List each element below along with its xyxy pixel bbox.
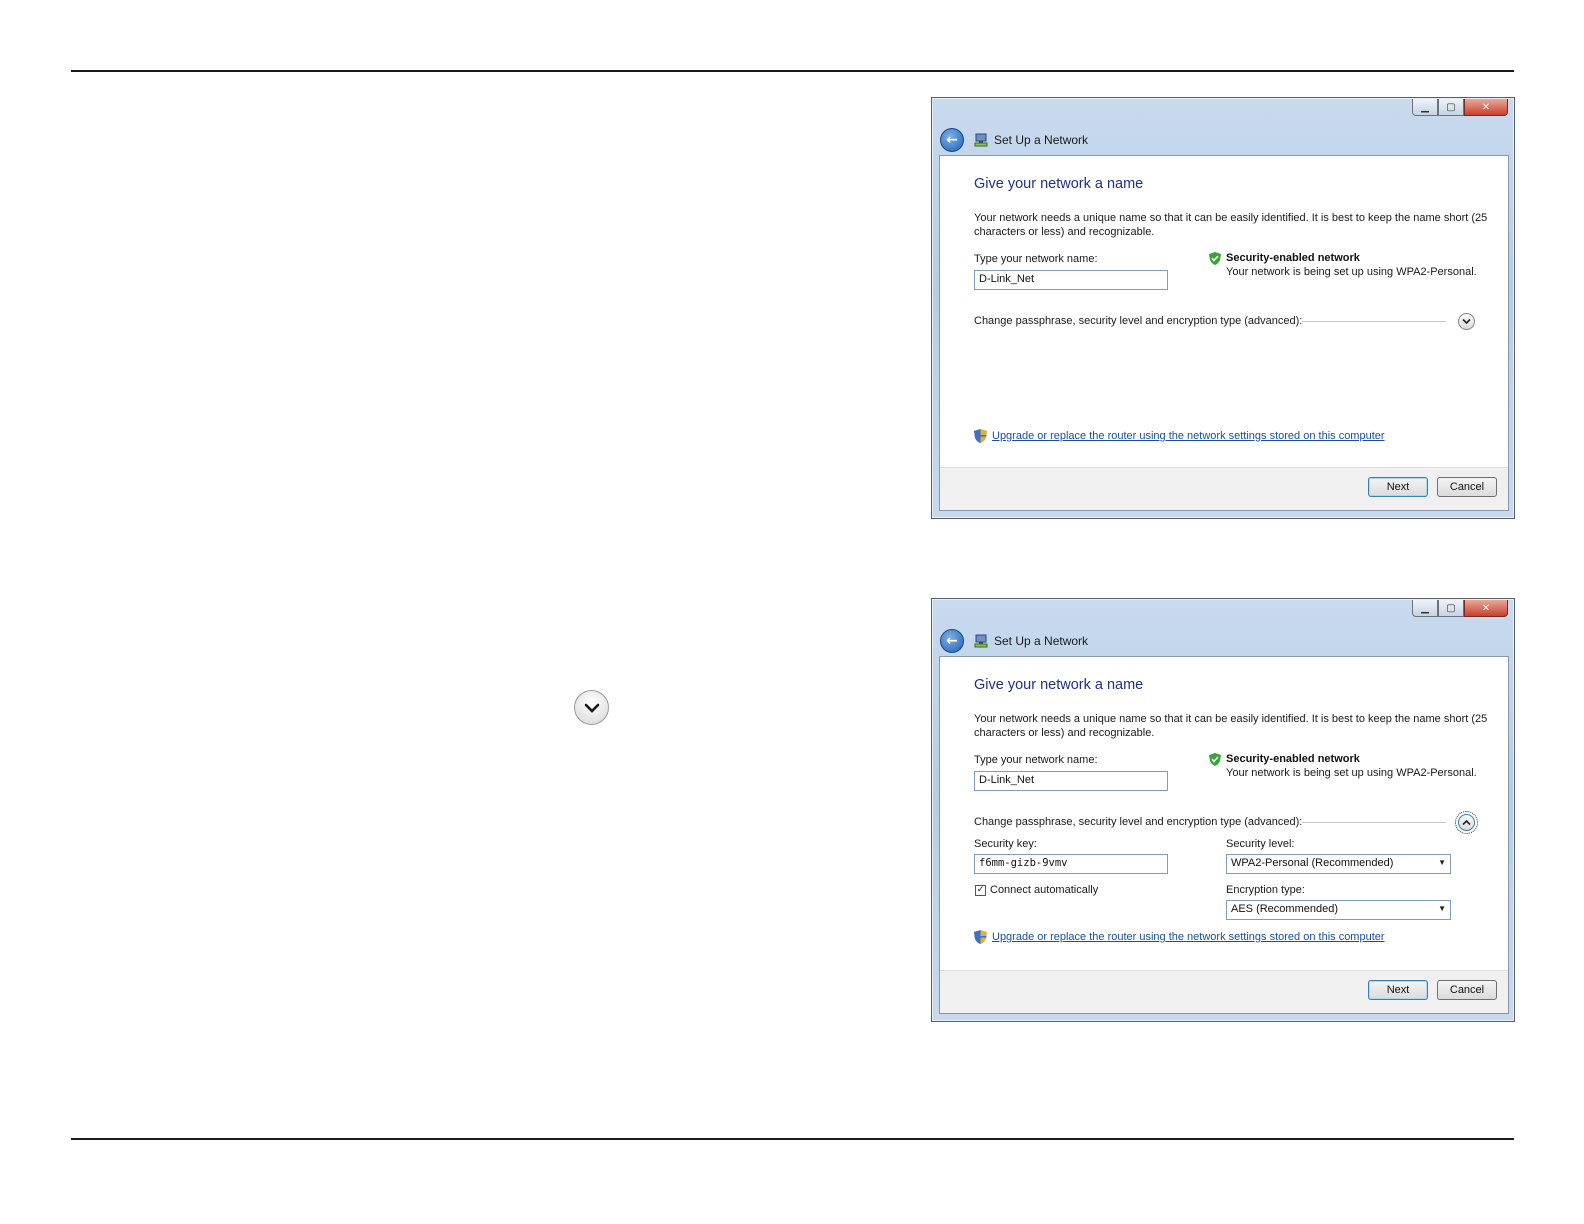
connect-automatically-checkbox[interactable]: ✓	[975, 885, 986, 896]
uac-shield-icon	[974, 930, 987, 944]
network-name-input[interactable]: D-Link_Net	[974, 771, 1168, 791]
setup-network-window-collapsed: ▁ ▢ ✕ ← Set Up a Network Give your netwo…	[931, 97, 1515, 519]
next-button[interactable]: Next	[1368, 477, 1428, 497]
minimize-button[interactable]: ▁	[1412, 600, 1438, 617]
security-key-label: Security key:	[974, 838, 1037, 850]
window-caption-buttons: ▁ ▢ ✕	[1412, 600, 1508, 617]
maximize-button[interactable]: ▢	[1438, 99, 1464, 116]
uac-shield-icon	[974, 429, 987, 443]
dialog-footer: Next Cancel	[940, 970, 1508, 1013]
dropdown-arrow-icon: ▼	[1438, 858, 1446, 867]
maximize-button[interactable]: ▢	[1438, 600, 1464, 617]
encryption-type-select[interactable]: AES (Recommended) ▼	[1226, 900, 1451, 920]
network-name-label: Type your network name:	[974, 754, 1098, 766]
upgrade-router-link[interactable]: Upgrade or replace the router using the …	[992, 931, 1385, 943]
green-shield-check-icon	[1209, 252, 1221, 265]
upgrade-router-link[interactable]: Upgrade or replace the router using the …	[992, 430, 1385, 442]
dialog-description: Your network needs a unique name so that…	[974, 713, 1488, 739]
security-enabled-title: Security-enabled network	[1226, 252, 1360, 264]
dropdown-arrow-icon: ▼	[1438, 904, 1446, 913]
security-key-input[interactable]: f6mm-gizb-9vmv	[974, 854, 1168, 874]
advanced-label: Change passphrase, security level and en…	[974, 315, 1303, 327]
back-arrow-icon[interactable]: ←	[940, 629, 964, 653]
encryption-type-label: Encryption type:	[1226, 884, 1305, 896]
security-level-value: WPA2-Personal (Recommended)	[1231, 857, 1394, 869]
advanced-divider	[1302, 822, 1446, 823]
collapse-advanced-button[interactable]	[1455, 811, 1478, 834]
security-enabled-subtitle: Your network is being set up using WPA2-…	[1226, 767, 1477, 779]
cancel-button[interactable]: Cancel	[1437, 980, 1497, 1000]
window-caption-buttons: ▁ ▢ ✕	[1412, 99, 1508, 116]
dialog-footer: Next Cancel	[940, 467, 1508, 510]
top-rule	[71, 70, 1514, 72]
security-enabled-title: Security-enabled network	[1226, 753, 1360, 765]
chevron-down-icon	[1462, 318, 1471, 325]
dialog-content: Give your network a name Your network ne…	[939, 155, 1509, 511]
expand-advanced-button[interactable]	[1458, 313, 1475, 330]
back-arrow-icon[interactable]: ←	[940, 128, 964, 152]
network-name-input[interactable]: D-Link_Net	[974, 270, 1168, 290]
advanced-label: Change passphrase, security level and en…	[974, 816, 1303, 828]
network-icon	[974, 133, 988, 147]
bottom-rule	[71, 1138, 1514, 1140]
dialog-heading: Give your network a name	[974, 677, 1144, 693]
setup-network-window-expanded: ▁ ▢ ✕ ← Set Up a Network Give your netwo…	[931, 598, 1515, 1022]
next-button[interactable]: Next	[1368, 980, 1428, 1000]
security-level-select[interactable]: WPA2-Personal (Recommended) ▼	[1226, 854, 1451, 874]
encryption-type-value: AES (Recommended)	[1231, 903, 1338, 915]
advanced-divider	[1302, 321, 1446, 322]
dialog-content: Give your network a name Your network ne…	[939, 656, 1509, 1014]
connect-automatically-label: Connect automatically	[990, 884, 1099, 896]
minimize-button[interactable]: ▁	[1412, 99, 1438, 116]
close-button[interactable]: ✕	[1464, 99, 1508, 116]
dialog-heading: Give your network a name	[974, 176, 1144, 192]
network-name-label: Type your network name:	[974, 253, 1098, 265]
network-icon	[974, 634, 988, 648]
close-button[interactable]: ✕	[1464, 600, 1508, 617]
chevron-up-icon	[1462, 819, 1471, 826]
cancel-button[interactable]: Cancel	[1437, 477, 1497, 497]
expand-chevron-down-icon	[574, 690, 609, 725]
green-shield-check-icon	[1209, 753, 1221, 766]
dialog-description: Your network needs a unique name so that…	[974, 212, 1488, 238]
window-title: Set Up a Network	[994, 133, 1089, 147]
security-level-label: Security level:	[1226, 838, 1295, 850]
security-enabled-subtitle: Your network is being set up using WPA2-…	[1226, 266, 1477, 278]
window-title: Set Up a Network	[994, 634, 1089, 648]
